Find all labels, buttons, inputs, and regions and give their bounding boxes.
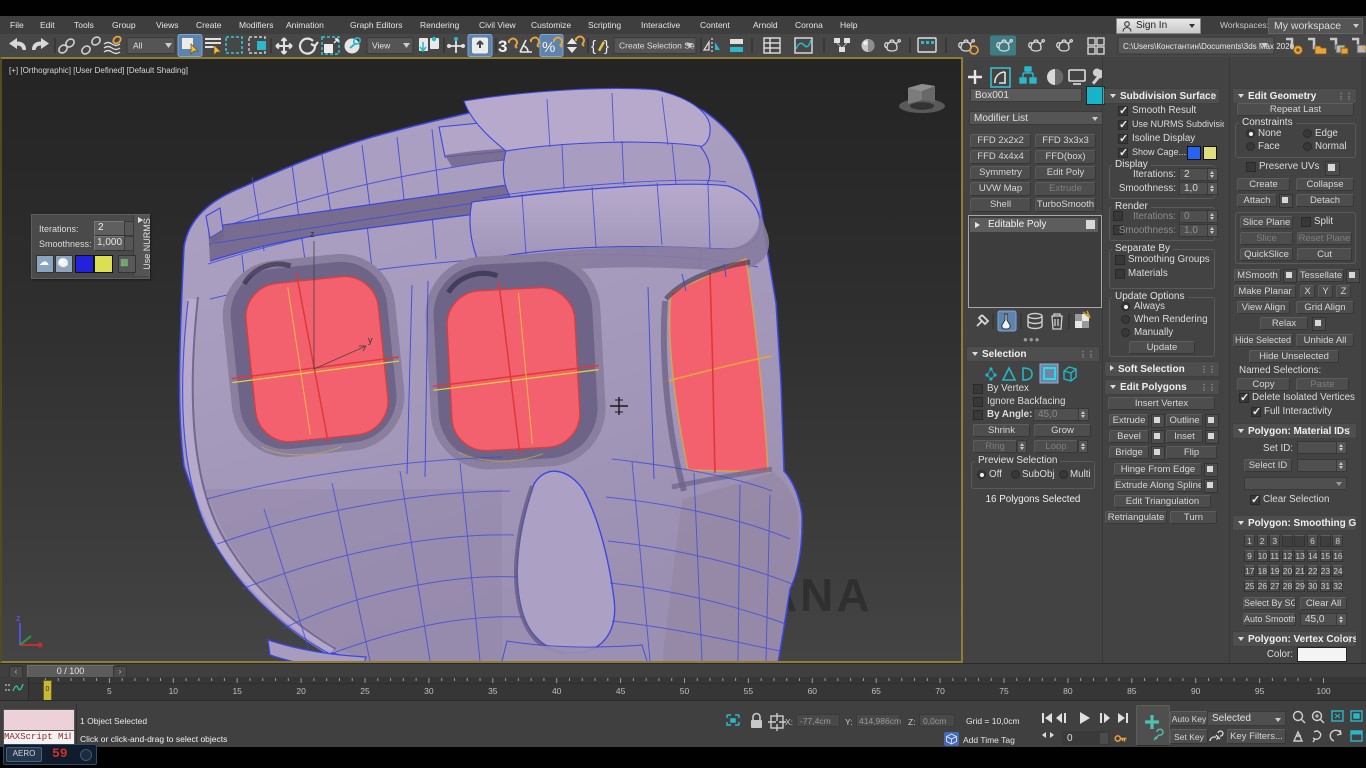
svg-text:30: 30 (424, 686, 434, 696)
svg-text:z: z (310, 229, 315, 239)
svg-text:50: 50 (680, 686, 690, 696)
svg-text:75: 75 (999, 686, 1009, 696)
svg-text:45: 45 (616, 686, 626, 696)
svg-text:y: y (368, 335, 373, 345)
svg-text:}: } (604, 38, 609, 55)
svg-text:35: 35 (488, 686, 498, 696)
svg-text:10: 10 (169, 686, 179, 696)
svg-text:{: { (591, 38, 596, 55)
svg-text:70: 70 (935, 686, 945, 696)
svg-text:15: 15 (232, 686, 242, 696)
svg-text:95: 95 (1255, 686, 1265, 696)
svg-text:100: 100 (1316, 686, 1330, 696)
svg-text:3: 3 (498, 37, 507, 56)
svg-text:60: 60 (808, 686, 818, 696)
svg-text:z: z (16, 613, 21, 623)
svg-text:View: View (372, 41, 391, 51)
svg-text:20: 20 (296, 686, 306, 696)
svg-text:85: 85 (1127, 686, 1137, 696)
svg-text:65: 65 (871, 686, 881, 696)
svg-text:25: 25 (360, 686, 370, 696)
svg-text:Create Selection Se: Create Selection Se (619, 41, 695, 51)
svg-text:80: 80 (1063, 686, 1073, 696)
svg-text:90: 90 (1191, 686, 1201, 696)
svg-text:All: All (133, 41, 143, 51)
svg-text:C:\Users\Константин\Documents\: C:\Users\Константин\Documents\3ds Max 20… (1123, 42, 1295, 51)
svg-text:5: 5 (107, 686, 112, 696)
svg-text:55: 55 (744, 686, 754, 696)
svg-text:40: 40 (552, 686, 562, 696)
